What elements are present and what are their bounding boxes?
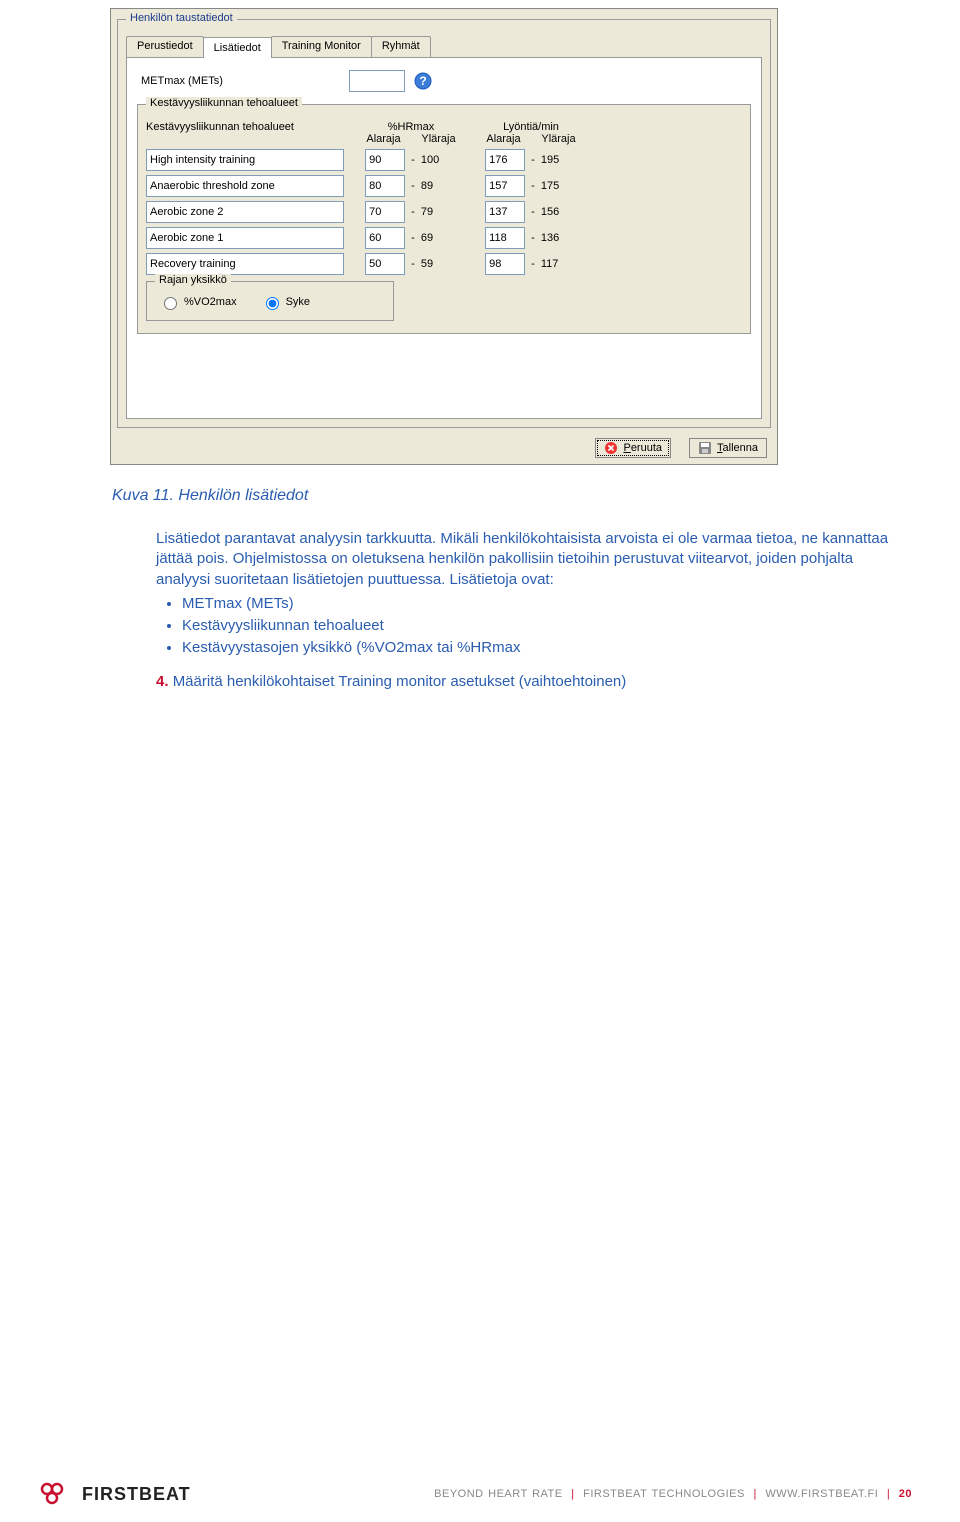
svg-text:?: ? — [419, 74, 426, 88]
bullet-1: METmax (METs) — [182, 594, 890, 614]
endurance-zones-group: Kestävyysliikunnan tehoalueet Kestävyysl… — [137, 104, 751, 334]
hr-high-label: Yläraja — [421, 133, 455, 145]
tab-lisatiedot[interactable]: Lisätiedot — [203, 37, 272, 58]
zone-name-input[interactable] — [146, 149, 344, 171]
person-background-group: Henkilön taustatiedot Perustiedot Lisäti… — [117, 19, 771, 428]
zone-row: -100-195 — [146, 149, 742, 171]
tab-panel-lisatiedot: METmax (METs) ? Kestävyysliikunnan tehoa… — [126, 58, 762, 419]
hr-high-value: 59 — [421, 258, 453, 270]
tabs: Perustiedot Lisätiedot Training Monitor … — [126, 36, 762, 58]
group-legend: Henkilön taustatiedot — [126, 12, 237, 24]
hr-low-input[interactable] — [365, 149, 405, 171]
save-label-rest: allenna — [723, 442, 758, 454]
brand-text: FIRSTBEAT — [82, 1484, 191, 1505]
zone-name-input[interactable] — [146, 227, 344, 249]
bullet-3: Kestävyystasojen yksikkö (%VO2max tai %H… — [182, 638, 890, 658]
zone-row: -89-175 — [146, 175, 742, 197]
hr-low-label: Alaraja — [366, 133, 400, 145]
save-icon — [698, 441, 712, 455]
zone-row: -79-156 — [146, 201, 742, 223]
body-paragraph: Lisätiedot parantavat analyysin tarkkuut… — [156, 529, 890, 659]
bpm-high-value: 195 — [541, 154, 573, 166]
footer-a: BEYOND HEART RATE — [434, 1488, 562, 1500]
col-hrmax: %HRmax — [356, 121, 466, 133]
zone-row: -69-136 — [146, 227, 742, 249]
person-info-dialog: Henkilön taustatiedot Perustiedot Lisäti… — [110, 8, 778, 465]
zones-legend: Kestävyysliikunnan tehoalueet — [146, 97, 302, 109]
hr-high-value: 79 — [421, 206, 453, 218]
footer-c: WWW.FIRSTBEAT.FI — [765, 1488, 878, 1500]
firstbeat-logo: FIRSTBEAT — [40, 1481, 191, 1507]
save-button[interactable]: Tallenna — [689, 438, 767, 458]
footer-b: FIRSTBEAT TECHNOLOGIES — [583, 1488, 745, 1500]
step-4-text: Määritä henkilökohtaiset Training monito… — [173, 673, 627, 690]
unit-group: Rajan yksikkö %VO2max Syke — [146, 281, 394, 321]
bpm-low-label: Alaraja — [486, 133, 520, 145]
col-name: Kestävyysliikunnan tehoalueet — [146, 121, 346, 145]
zone-name-input[interactable] — [146, 201, 344, 223]
bpm-high-value: 117 — [541, 258, 573, 270]
page-number: 20 — [899, 1488, 912, 1500]
col-bpm: Lyöntiä/min — [476, 121, 586, 133]
cancel-mnemonic: P — [623, 442, 630, 454]
bpm-low-input[interactable] — [485, 253, 525, 275]
bpm-low-input[interactable] — [485, 149, 525, 171]
zone-row: -59-117 — [146, 253, 742, 275]
bpm-low-input[interactable] — [485, 201, 525, 223]
hr-low-input[interactable] — [365, 201, 405, 223]
cancel-button[interactable]: Peruuta — [595, 438, 671, 458]
radio-syke-label: Syke — [286, 296, 310, 308]
zones-header: Kestävyysliikunnan tehoalueet %HRmax Ala… — [146, 121, 742, 145]
hr-low-input[interactable] — [365, 175, 405, 197]
bpm-low-input[interactable] — [485, 175, 525, 197]
radio-syke-input[interactable] — [266, 297, 279, 310]
help-icon[interactable]: ? — [413, 71, 433, 91]
metmax-label: METmax (METs) — [141, 75, 341, 87]
cancel-label-rest: eruuta — [631, 442, 662, 454]
cancel-icon — [604, 441, 618, 455]
bullet-2: Kestävyysliikunnan tehoalueet — [182, 616, 890, 636]
bpm-high-value: 175 — [541, 180, 573, 192]
hr-high-value: 89 — [421, 180, 453, 192]
zone-name-input[interactable] — [146, 175, 344, 197]
body-p1: Lisätiedot parantavat analyysin tarkkuut… — [156, 529, 890, 590]
bpm-high-label: Yläraja — [541, 133, 575, 145]
footer-line: BEYOND HEART RATE | FIRSTBEAT TECHNOLOGI… — [434, 1488, 912, 1500]
bpm-low-input[interactable] — [485, 227, 525, 249]
bpm-high-value: 136 — [541, 232, 573, 244]
page-footer: FIRSTBEAT BEYOND HEART RATE | FIRSTBEAT … — [0, 1466, 960, 1522]
body-bullets: METmax (METs) Kestävyysliikunnan tehoalu… — [156, 594, 890, 659]
hr-low-input[interactable] — [365, 253, 405, 275]
heart-logo-icon — [40, 1481, 74, 1507]
step-4-number: 4. — [156, 673, 169, 690]
metmax-input[interactable] — [349, 70, 405, 92]
radio-vo2max-label: %VO2max — [184, 296, 237, 308]
hr-low-input[interactable] — [365, 227, 405, 249]
tab-training-monitor[interactable]: Training Monitor — [271, 36, 372, 57]
tab-perustiedot[interactable]: Perustiedot — [126, 36, 204, 57]
figure-caption: Kuva 11. Henkilön lisätiedot — [112, 487, 900, 505]
tab-ryhmat[interactable]: Ryhmät — [371, 36, 431, 57]
hr-high-value: 69 — [421, 232, 453, 244]
radio-syke[interactable]: Syke — [261, 294, 310, 310]
step-4: 4. Määritä henkilökohtaiset Training mon… — [156, 673, 900, 690]
radio-vo2max[interactable]: %VO2max — [159, 294, 237, 310]
unit-legend: Rajan yksikkö — [155, 274, 231, 286]
radio-vo2max-input[interactable] — [164, 297, 177, 310]
zone-name-input[interactable] — [146, 253, 344, 275]
hr-high-value: 100 — [421, 154, 453, 166]
bpm-high-value: 156 — [541, 206, 573, 218]
